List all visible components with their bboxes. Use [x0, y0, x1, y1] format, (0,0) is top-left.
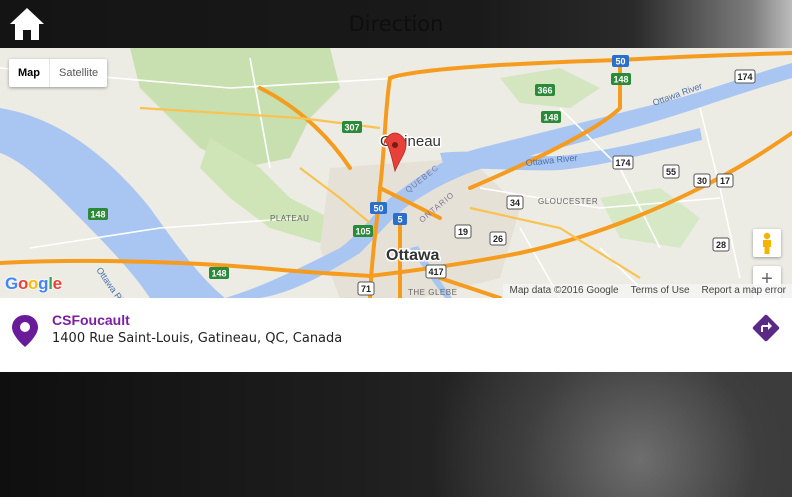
location-card: CSFoucault 1400 Rue Saint-Louis, Gatinea…: [0, 298, 792, 372]
shield-label: 55: [666, 167, 676, 177]
label-plateau: PLATEAU: [270, 214, 309, 223]
shield-174: 174: [612, 155, 634, 170]
location-name[interactable]: CSFoucault: [52, 312, 130, 328]
shield-34: 34: [506, 195, 524, 210]
shield-174: 174: [734, 69, 756, 84]
shield-366: 366: [535, 84, 555, 96]
shield-label: 174: [615, 158, 630, 168]
location-pin-icon: [12, 315, 38, 347]
shield-148: 148: [611, 73, 631, 85]
header-bar: Direction: [0, 0, 792, 48]
shield-label: 5: [397, 215, 402, 225]
map-view[interactable]: 50 148 366 148 307 174 174 50 5 105 148 …: [0, 48, 792, 298]
map-canvas[interactable]: 50 148 366 148 307 174 174 50 5 105 148 …: [0, 48, 792, 298]
location-address: 1400 Rue Saint-Louis, Gatineau, QC, Cana…: [52, 331, 343, 346]
report-error-link[interactable]: Report a map error: [696, 284, 792, 298]
shield-307: 307: [342, 121, 362, 133]
shield-label: 148: [543, 113, 558, 123]
shield-label: 17: [720, 176, 730, 186]
map-type-map-button[interactable]: Map: [9, 59, 50, 87]
shield-label: 366: [537, 86, 552, 96]
shield-label: 34: [510, 198, 520, 208]
shield-30: 30: [693, 173, 711, 188]
shield-label: 417: [428, 267, 443, 277]
page-title: Direction: [348, 12, 444, 36]
shield-label: 28: [716, 240, 726, 250]
shield-label: 50: [615, 57, 625, 67]
shield-label: 26: [493, 234, 503, 244]
pegman-icon: [763, 232, 771, 254]
google-logo[interactable]: Google: [5, 274, 62, 294]
shield-71: 71: [357, 281, 375, 296]
shield-148: 148: [88, 208, 108, 220]
terms-link[interactable]: Terms of Use: [625, 284, 696, 298]
shield-148: 148: [209, 267, 229, 279]
label-gloucester: GLOUCESTER: [538, 197, 598, 206]
shield-26: 26: [489, 231, 507, 246]
street-view-pegman[interactable]: [753, 229, 781, 257]
shield-label: 50: [373, 204, 383, 214]
shield-label: 30: [697, 176, 707, 186]
shield-28: 28: [712, 237, 730, 252]
shield-50: 50: [370, 202, 387, 214]
map-type-control: Map Satellite: [9, 59, 108, 87]
shield-17: 17: [716, 173, 734, 188]
shield-148: 148: [541, 111, 561, 123]
shield-label: 174: [737, 72, 752, 82]
shield-label: 307: [344, 123, 359, 133]
map-type-satellite-button[interactable]: Satellite: [50, 59, 107, 87]
shield-417: 417: [425, 264, 447, 279]
directions-icon: [752, 314, 780, 342]
map-data-credit: Map data ©2016 Google: [509, 285, 619, 296]
shield-19: 19: [454, 224, 472, 239]
shield-105: 105: [353, 225, 373, 237]
label-ottawa: Ottawa: [386, 247, 439, 264]
shield-label: 105: [355, 227, 370, 237]
shield-55: 55: [662, 164, 680, 179]
shield-label: 148: [613, 75, 628, 85]
map-attribution: Map data ©2016 Google Terms of Use Repor…: [503, 284, 792, 298]
label-the-glebe: THE GLEBE: [408, 288, 457, 297]
shield-50: 50: [612, 55, 629, 67]
get-directions-button[interactable]: [752, 314, 780, 342]
shield-label: 148: [90, 210, 105, 220]
shield-label: 71: [361, 284, 371, 294]
shield-label: 19: [458, 227, 468, 237]
shield-label: 148: [211, 269, 226, 279]
shield-5: 5: [393, 213, 407, 225]
